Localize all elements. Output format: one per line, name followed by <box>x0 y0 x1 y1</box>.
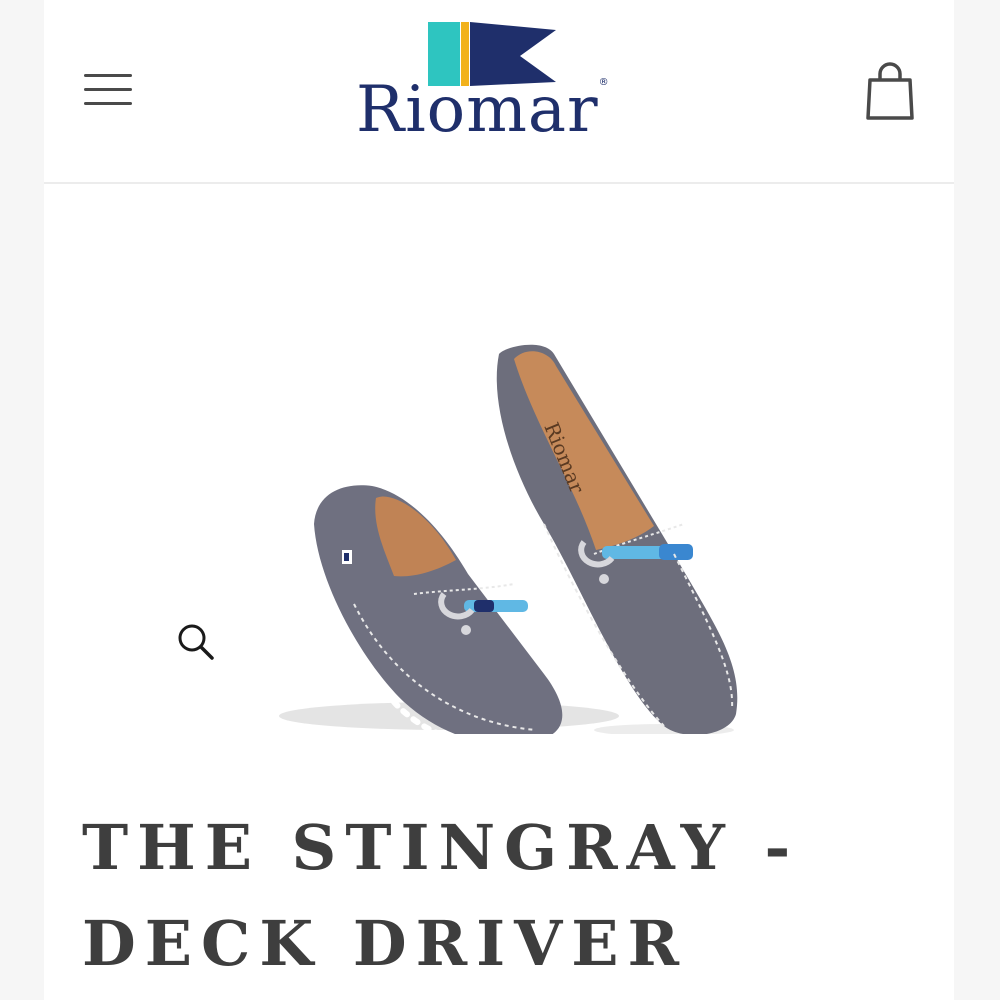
brand-logo[interactable]: Riomar® <box>356 18 646 168</box>
shopping-bag-icon <box>866 62 914 120</box>
product-title: THE STINGRAY - DECK DRIVER <box>82 811 800 980</box>
left-gutter <box>0 0 44 1000</box>
magnifier-icon <box>178 624 214 660</box>
product-gallery: Riomar <box>44 184 954 774</box>
registered-mark: ® <box>598 77 610 88</box>
left-shoe <box>314 485 563 734</box>
product-image[interactable]: Riomar <box>244 254 764 734</box>
right-gutter <box>954 0 1000 1000</box>
brand-wordmark: Riomar® <box>356 73 610 147</box>
cart-button[interactable] <box>862 60 918 122</box>
menu-button[interactable] <box>84 70 134 110</box>
product-page: Riomar® Riomar THE STINGRAY - DECK DRIVE… <box>0 0 1000 1000</box>
site-header: Riomar® <box>44 0 954 184</box>
zoom-button[interactable] <box>174 620 218 664</box>
